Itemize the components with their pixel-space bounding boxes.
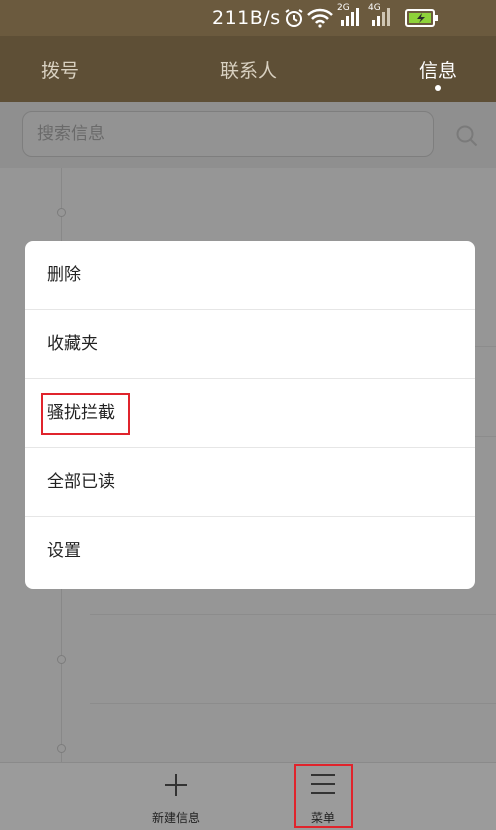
tab-bar: 拨号 联系人 信息	[0, 36, 496, 102]
highlight-box-menu	[294, 764, 353, 828]
plus-icon	[164, 773, 188, 801]
tab-dialer[interactable]: 拨号	[41, 56, 79, 83]
search-bar: 搜索信息	[0, 102, 496, 168]
sim2-label: 4G	[368, 3, 381, 13]
menu-item-settings[interactable]: 设置	[25, 517, 475, 586]
search-icon[interactable]	[455, 124, 479, 152]
wifi-icon	[307, 8, 333, 32]
timeline-dot	[57, 208, 66, 217]
active-tab-indicator	[435, 85, 441, 91]
battery-charging-icon	[405, 9, 439, 31]
signal-4g-icon: 4G	[368, 3, 396, 31]
status-bar: 211B/s 2G 4G	[0, 0, 496, 36]
bottom-bar: 新建信息 菜单	[0, 762, 496, 830]
timeline-dot	[57, 655, 66, 664]
signal-2g-icon: 2G	[337, 3, 365, 31]
menu-item-favorites[interactable]: 收藏夹	[25, 310, 475, 379]
search-input[interactable]: 搜索信息	[22, 111, 434, 157]
new-message-button[interactable]: 新建信息	[136, 763, 216, 830]
network-speed: 211B/s	[212, 7, 281, 29]
sim1-label: 2G	[337, 3, 350, 13]
alarm-icon	[284, 8, 304, 32]
menu-item-delete[interactable]: 删除	[25, 241, 475, 310]
menu-item-mark-all-read[interactable]: 全部已读	[25, 448, 475, 517]
tab-messages[interactable]: 信息	[419, 56, 457, 83]
list-divider	[90, 703, 496, 704]
timeline-dot	[57, 744, 66, 753]
tab-contacts[interactable]: 联系人	[220, 56, 277, 83]
new-message-label: 新建信息	[151, 811, 200, 825]
highlight-box-spam-block	[41, 393, 130, 435]
list-divider	[90, 614, 496, 615]
